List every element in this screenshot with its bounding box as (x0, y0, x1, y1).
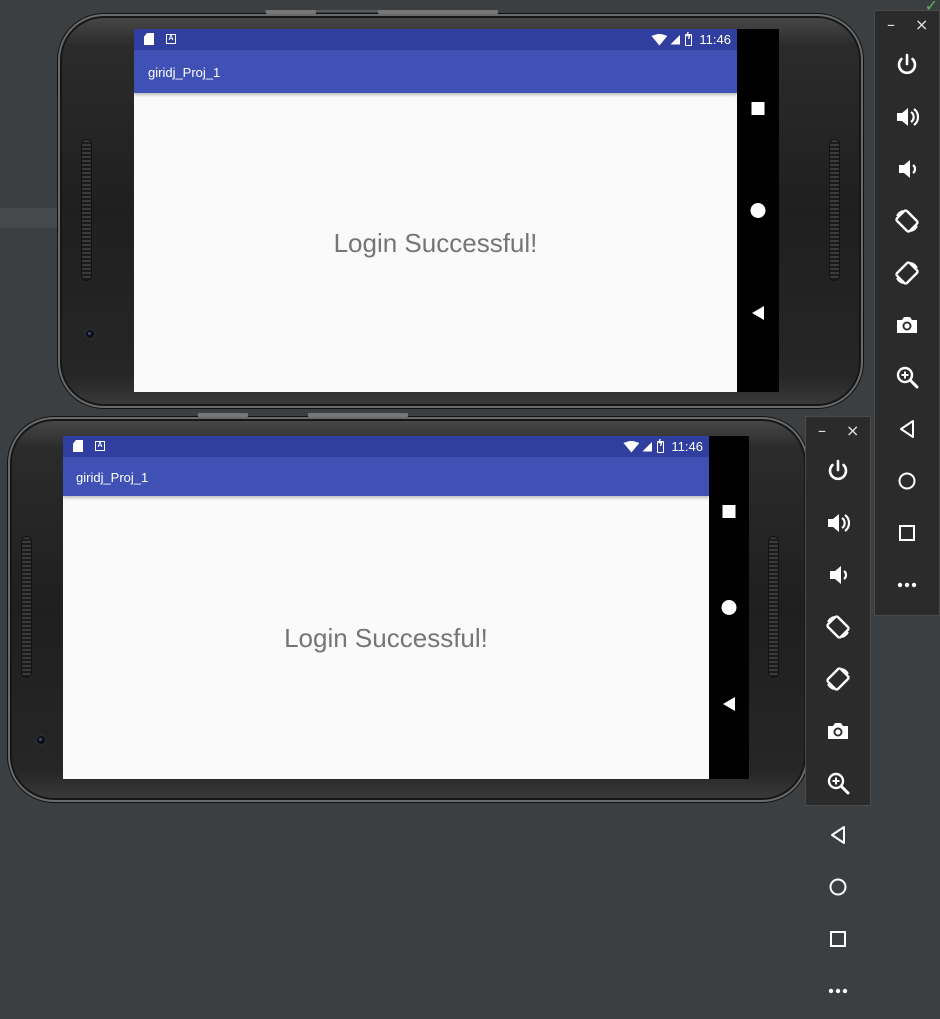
emulator-phone-2: A 11:46 giridj_Proj_1 Login Successful! (8, 413, 808, 802)
cell-signal-icon (670, 34, 681, 45)
rotate-right-button[interactable] (806, 655, 870, 707)
overview-button[interactable] (806, 915, 870, 967)
back-button[interactable] (875, 405, 939, 457)
volume-up-icon (894, 104, 920, 135)
login-message: Login Successful! (333, 228, 538, 258)
rotate-right-button[interactable] (875, 249, 939, 301)
app-toolbar: giridj_Proj_1 (134, 50, 737, 93)
back-button[interactable] (723, 697, 735, 711)
camera-button[interactable] (875, 301, 939, 353)
nav-bar (709, 436, 749, 779)
status-bar: A 11:46 (63, 436, 709, 457)
home-button[interactable] (806, 863, 870, 915)
login-message: Login Successful! (284, 623, 488, 653)
app-toolbar: giridj_Proj_1 (63, 457, 709, 496)
home-button[interactable] (750, 203, 766, 218)
power-icon (825, 458, 851, 489)
status-time: 11:46 (671, 439, 703, 454)
back-button[interactable] (806, 811, 870, 863)
hardware-button (308, 413, 408, 417)
more-icon (894, 572, 920, 603)
home-icon (825, 874, 851, 905)
volume-up-button[interactable] (806, 499, 870, 551)
toolbar-header: – × (806, 417, 870, 447)
camera-icon (825, 718, 851, 749)
minimize-button[interactable]: – (818, 421, 826, 440)
more-button[interactable] (806, 967, 870, 1019)
toolbar-header: – × (875, 11, 939, 41)
app-title: giridj_Proj_1 (148, 65, 221, 80)
minimize-button[interactable]: – (887, 15, 895, 34)
overview-icon (825, 926, 851, 957)
rotate-left-button[interactable] (875, 197, 939, 249)
overview-button[interactable] (875, 509, 939, 561)
home-icon (894, 468, 920, 499)
front-camera-icon (37, 736, 45, 744)
app-content: A 11:46 giridj_Proj_1 Login Successful! (134, 29, 737, 392)
zoom-icon (894, 364, 920, 395)
phone-screen: A 11:46 giridj_Proj_1 Login Successful! (134, 29, 779, 392)
status-time: 11:46 (699, 32, 731, 47)
rotate-left-icon (825, 614, 851, 645)
wifi-icon (651, 33, 668, 46)
battery-charging-icon (685, 32, 693, 46)
volume-down-button[interactable] (875, 145, 939, 197)
wifi-icon (623, 440, 640, 453)
volume-up-icon (825, 510, 851, 541)
emulator-toolbar-2: – × (805, 416, 871, 993)
close-button[interactable]: × (915, 15, 928, 34)
more-button[interactable] (875, 561, 939, 613)
nav-bar (737, 29, 779, 392)
home-button[interactable] (721, 600, 737, 615)
sd-card-icon (144, 33, 154, 45)
back-icon (825, 822, 851, 853)
battery-charging-icon (657, 439, 665, 453)
zoom-icon (825, 770, 851, 801)
phone-screen: A 11:46 giridj_Proj_1 Login Successful! (63, 436, 749, 779)
notification-a-icon: A (166, 34, 176, 44)
speaker-grille (830, 140, 839, 280)
home-button[interactable] (875, 457, 939, 509)
volume-up-button[interactable] (875, 93, 939, 145)
hardware-button (198, 413, 248, 417)
hardware-button (266, 10, 316, 14)
back-button[interactable] (752, 306, 764, 320)
overview-button[interactable] (751, 102, 765, 115)
emulator-phone-1: A 11:46 giridj_Proj_1 Login Successful! (58, 10, 863, 408)
power-icon (894, 52, 920, 83)
overview-button[interactable] (722, 505, 736, 518)
zoom-button[interactable] (875, 353, 939, 405)
hardware-button (378, 10, 498, 14)
speaker-grille (82, 140, 91, 280)
volume-down-icon (825, 562, 851, 593)
overview-icon (894, 520, 920, 551)
toolbar-buttons (875, 41, 939, 613)
rotate-right-icon (825, 666, 851, 697)
close-button[interactable]: × (846, 421, 859, 440)
ide-background-band (0, 208, 60, 228)
app-title: giridj_Proj_1 (76, 470, 149, 485)
back-icon (894, 416, 920, 447)
power-button[interactable] (875, 41, 939, 93)
notification-a-icon: A (95, 441, 105, 451)
app-content: A 11:46 giridj_Proj_1 Login Successful! (63, 436, 709, 779)
rotate-left-button[interactable] (806, 603, 870, 655)
volume-down-button[interactable] (806, 551, 870, 603)
zoom-button[interactable] (806, 759, 870, 811)
volume-down-icon (894, 156, 920, 187)
status-bar: A 11:46 (134, 29, 737, 50)
emulator-toolbar-1: – × (874, 10, 940, 616)
speaker-grille (22, 537, 31, 677)
sd-card-icon (73, 440, 83, 452)
cell-signal-icon (642, 441, 653, 452)
rotate-right-icon (894, 260, 920, 291)
front-camera-icon (86, 330, 94, 338)
power-button[interactable] (806, 447, 870, 499)
speaker-grille (769, 537, 778, 677)
camera-icon (894, 312, 920, 343)
rotate-left-icon (894, 208, 920, 239)
more-icon (825, 978, 851, 1009)
toolbar-buttons (806, 447, 870, 1019)
camera-button[interactable] (806, 707, 870, 759)
